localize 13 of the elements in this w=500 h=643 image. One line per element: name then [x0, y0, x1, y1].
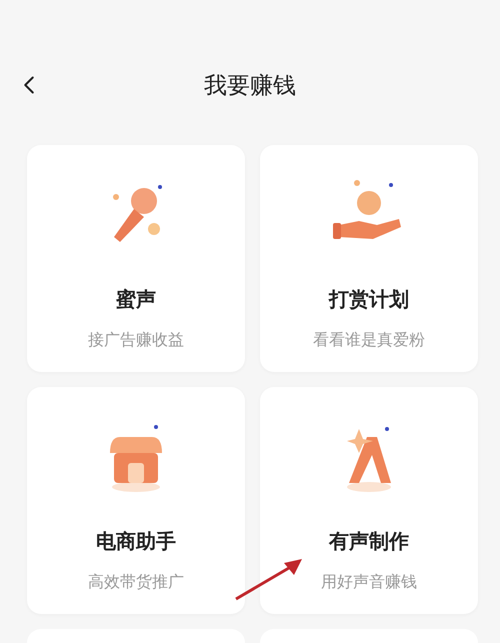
page-title: 我要赚钱: [204, 70, 296, 100]
feature-card[interactable]: 电商助手 高效带货推广: [27, 387, 245, 614]
feature-card[interactable]: 蜜声 接广告赚收益: [27, 145, 245, 372]
feature-card[interactable]: 有声制作 用好声音赚钱: [260, 387, 478, 614]
card-title: 打赏计划: [329, 288, 409, 313]
card-title: 有声制作: [329, 530, 409, 555]
card-subtitle: 高效带货推广: [88, 572, 184, 593]
feature-card[interactable]: 打赏计划 看看谁是真爱粉: [260, 145, 478, 372]
card-subtitle: 接广告赚收益: [88, 330, 184, 351]
card-subtitle: 看看谁是真爱粉: [313, 330, 425, 351]
card-title: 蜜声: [116, 288, 156, 313]
card-title: 电商助手: [96, 530, 176, 555]
card-subtitle: 用好声音赚钱: [321, 572, 417, 593]
